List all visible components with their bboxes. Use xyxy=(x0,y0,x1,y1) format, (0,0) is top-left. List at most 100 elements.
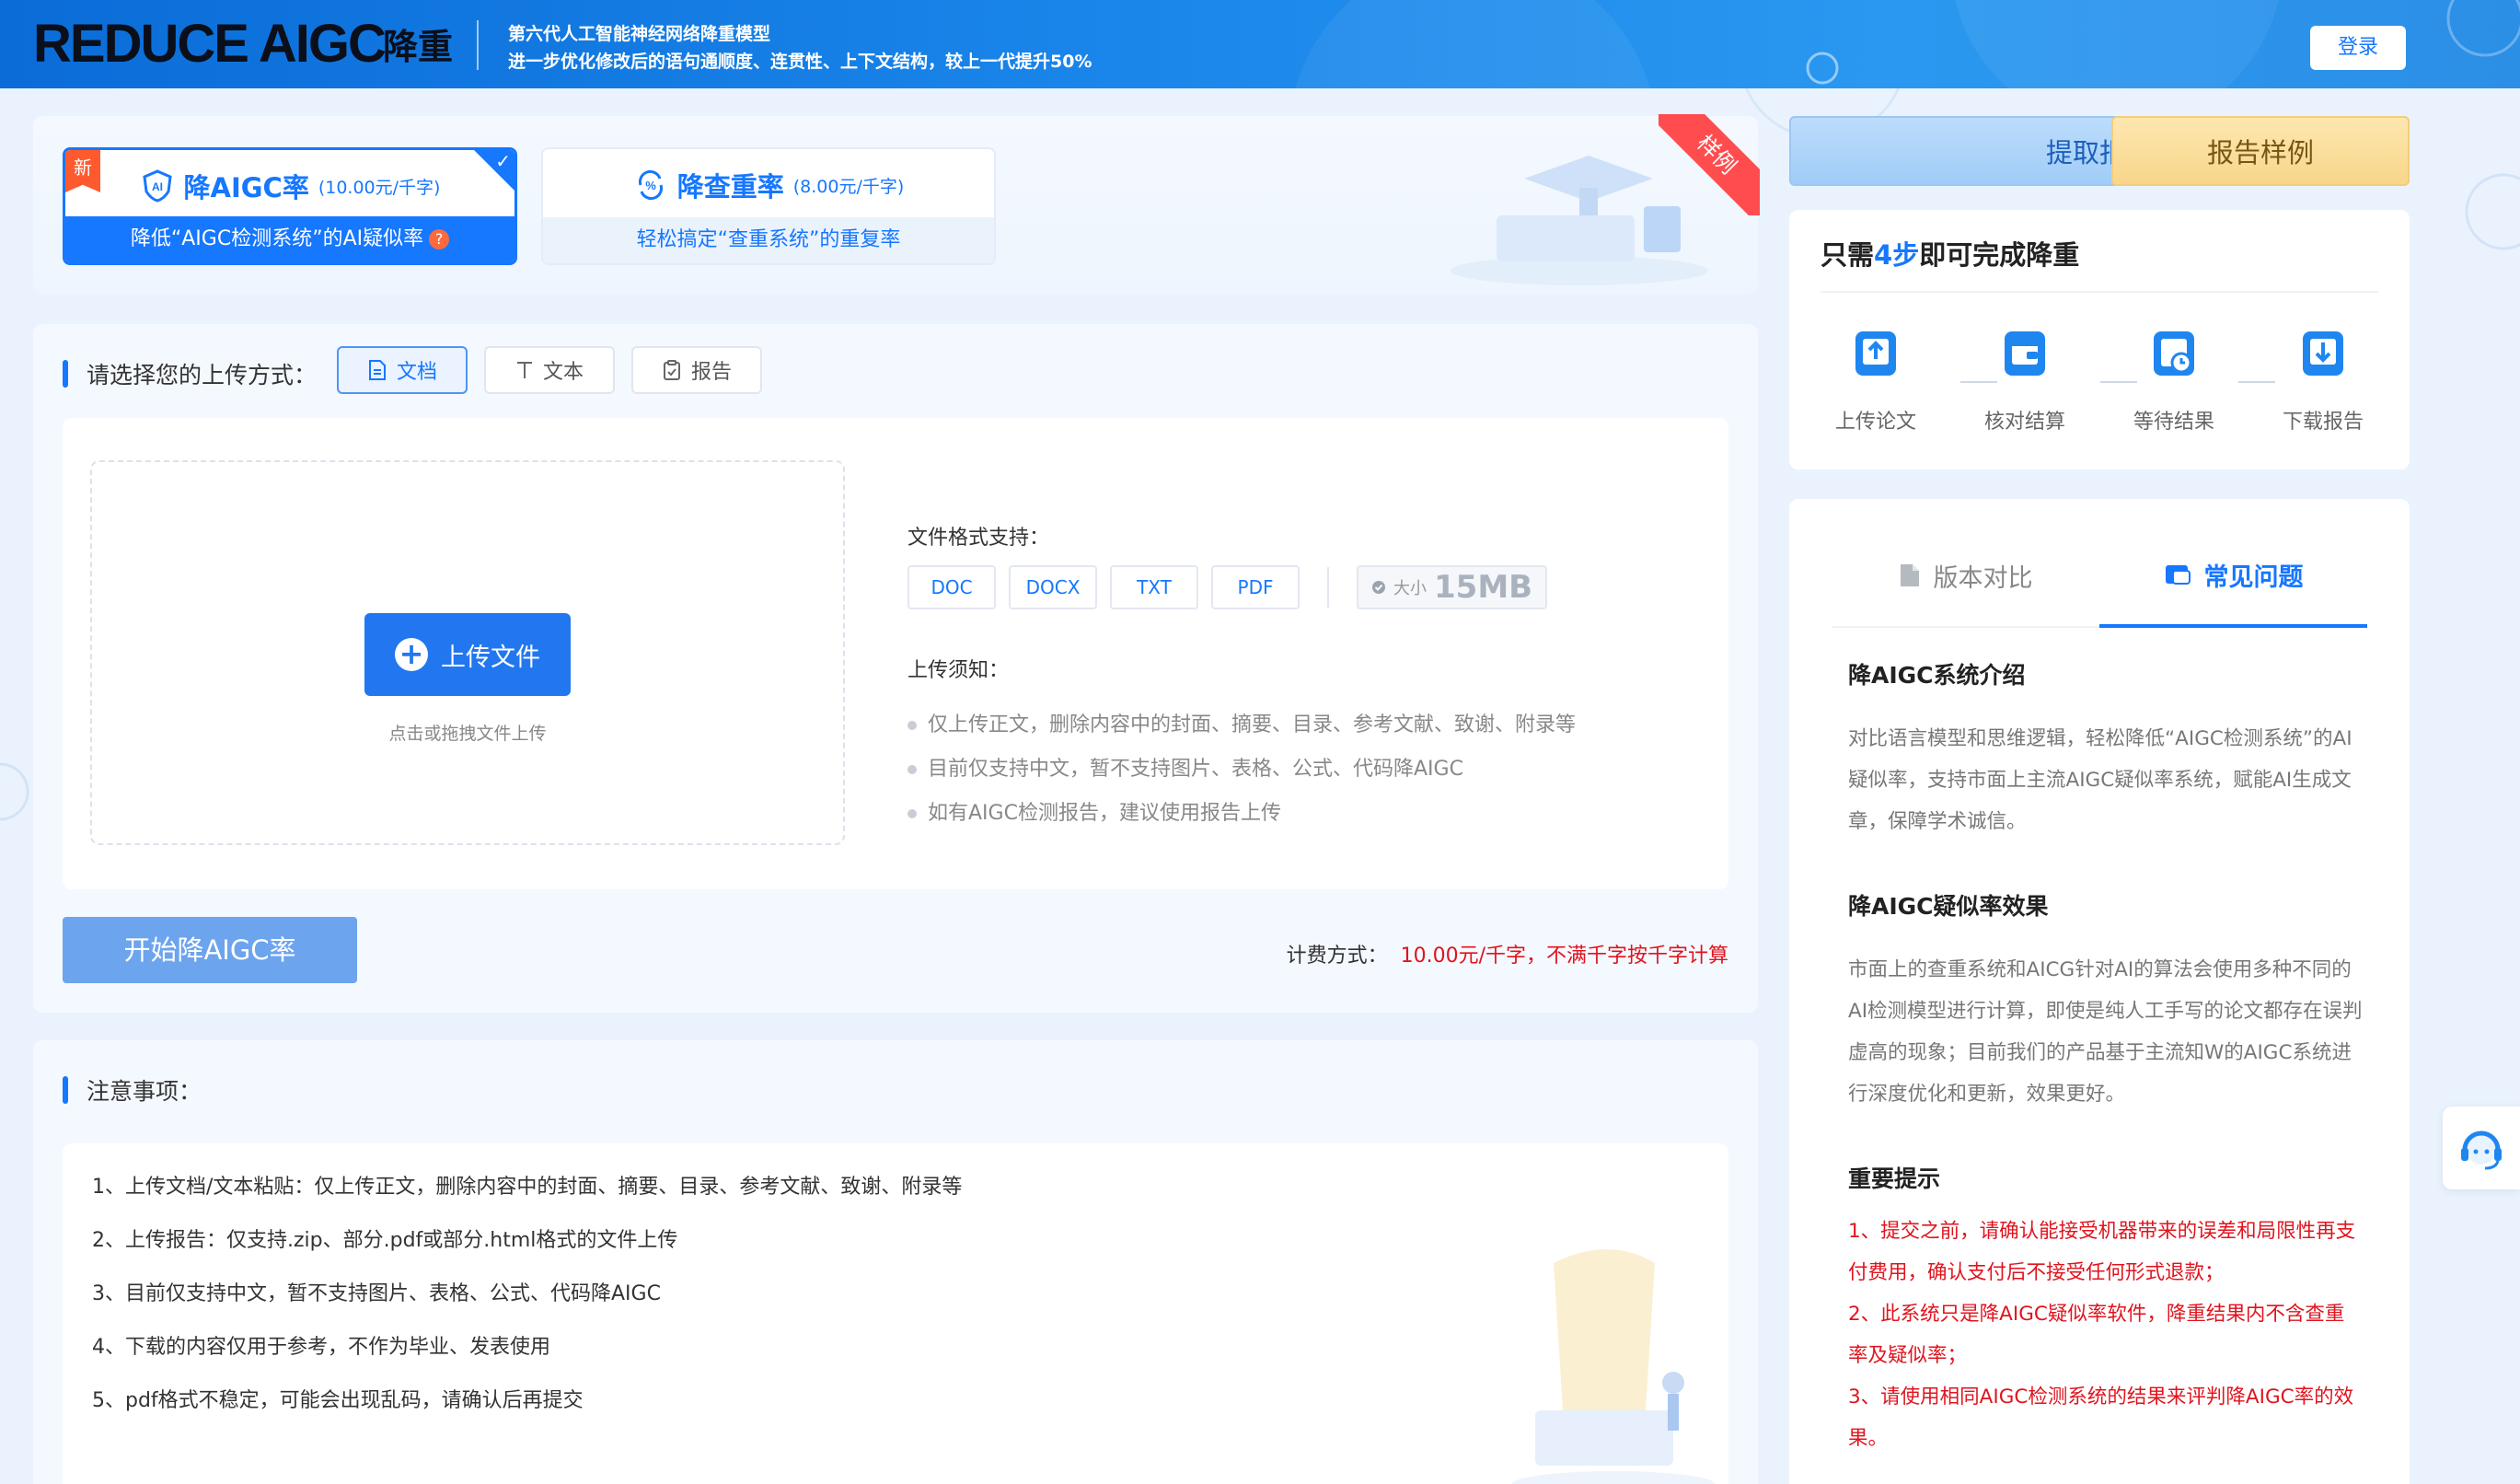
help-icon[interactable]: ? xyxy=(429,229,450,249)
faq-paragraph: 市面上的查重系统和AICG针对AI的算法会使用多种不同的AI检测模型进行计算，即… xyxy=(1848,958,2363,1106)
mode-aigc-price: (10.00元/千字) xyxy=(318,177,441,198)
notes-card: 注意事项： 1、上传文档/文本粘贴：仅上传正文，删除内容中的封面、摘要、目录、参… xyxy=(33,1040,1758,1484)
tab-report-label: 报告 xyxy=(690,361,732,384)
step-arrow-icon xyxy=(1960,381,1997,383)
percent-refresh-icon: % xyxy=(638,169,663,201)
notice-text: 目前仅支持中文，暂不支持图片、表格、公式、代码降AIGC xyxy=(928,758,1463,781)
billing-label: 计费方式： xyxy=(1286,945,1388,968)
list-item: 5、pdf格式不稳定，可能会出现乱码，请确认后再提交 xyxy=(92,1389,584,1412)
format-tag: DOC xyxy=(907,565,996,609)
notes-list: 1、上传文档/文本粘贴：仅上传正文，删除内容中的封面、摘要、目录、参考文献、致谢… xyxy=(92,1171,962,1438)
faq-heading: 降AIGC系统介绍 xyxy=(1848,662,2026,689)
section-marker xyxy=(63,1076,68,1104)
file-dropzone[interactable]: + 上传文件 点击或拖拽文件上传 xyxy=(90,460,845,845)
steps-title-pre: 只需 xyxy=(1821,239,1875,271)
mode-duplicate-button[interactable]: % 降查重率 (8.00元/千字) 轻松搞定“查重系统”的重复率 xyxy=(541,147,996,265)
notes-section-title: 注意事项： xyxy=(87,1078,202,1105)
tab-text-label: 文本 xyxy=(542,361,584,384)
bullet-icon xyxy=(907,765,917,774)
faq-heading: 降AIGC疑似率效果 xyxy=(1848,893,2049,920)
svg-text:AI: AI xyxy=(152,180,163,193)
steps-title-post: 即可完成降重 xyxy=(1919,239,2080,271)
upload-section-title: 请选择您的上传方式： xyxy=(87,362,318,388)
tab-document[interactable]: 文档 xyxy=(337,346,468,394)
customer-service-button[interactable] xyxy=(2443,1107,2520,1189)
clipboard-check-icon xyxy=(663,360,680,380)
notice-text: 如有AIGC检测报告，建议使用报告上传 xyxy=(928,802,1281,825)
tab-text[interactable]: 文本 xyxy=(484,346,615,394)
check-circle-icon xyxy=(1372,581,1385,594)
step-label: 核对结算 xyxy=(1983,411,2065,434)
steps-row: 上传论文 核对结算 等待结果 下载报告 xyxy=(1821,324,2378,435)
notes-section-header: 注意事项： xyxy=(63,1073,202,1107)
upload-notice-list: 仅上传正文，删除内容中的封面、摘要、目录、参考文献、致谢、附录等 目前仅支持中文… xyxy=(907,703,1576,836)
section-marker xyxy=(63,360,68,388)
tab-version-compare-label: 版本对比 xyxy=(1933,563,2033,593)
list-item: 1、上传文档/文本粘贴：仅上传正文，删除内容中的封面、摘要、目录、参考文献、致谢… xyxy=(92,1176,963,1199)
step-download: 下载报告 xyxy=(2268,324,2378,435)
step-arrow-icon xyxy=(2238,381,2275,383)
mode-duplicate-title: 降查重率 xyxy=(676,171,784,203)
format-support-label: 文件格式支持： xyxy=(907,527,1050,550)
size-limit-badge: 大小 15MB xyxy=(1357,565,1548,609)
download-report-icon xyxy=(2303,331,2343,376)
tab-faq-label: 常见问题 xyxy=(2203,562,2304,592)
steps-divider xyxy=(1821,291,2378,293)
faq-heading: 重要提示 xyxy=(1848,1165,1941,1192)
mode-select-card: 新 ✓ AI 降AIGC率 (10.00元/千字) 降低“AIGC检测系统”的A… xyxy=(33,114,1760,295)
text-icon xyxy=(516,362,532,378)
mode-aigc-desc: 降低“AIGC检测系统”的AI疑似率? xyxy=(65,216,514,262)
tab-faq[interactable]: 常见问题 xyxy=(2099,525,2367,628)
notes-panel: 1、上传文档/文本粘贴：仅上传正文，删除内容中的封面、摘要、目录、参考文献、致谢… xyxy=(63,1143,1728,1484)
step-label: 下载报告 xyxy=(2282,411,2364,434)
size-label: 大小 xyxy=(1393,579,1427,598)
steps-title: 只需4步即可完成降重 xyxy=(1821,234,2079,272)
document-icon xyxy=(368,360,386,380)
sample-ribbon[interactable]: 样例 xyxy=(1659,114,1760,215)
report-sample-button[interactable]: 报告样例 xyxy=(2111,116,2410,186)
notes-illustration xyxy=(1512,1249,1715,1484)
upload-paper-icon xyxy=(1855,331,1896,376)
list-item: 如有AIGC检测报告，建议使用报告上传 xyxy=(907,792,1576,836)
header-tagline: 第六代人工智能神经网络降重模型 xyxy=(508,24,771,44)
start-reduce-button[interactable]: 开始降AIGC率 xyxy=(63,917,357,983)
upload-method-tabs: 文档 文本 报告 xyxy=(337,346,762,394)
faq-paragraph: 对比语言模型和思维逻辑，轻松降低“AIGC检测系统”的AI疑似率，支持市面上主流… xyxy=(1848,727,2352,833)
faq-warning-line: 3、请使用相同AIGC检测系统的结果来评判降AIGC率的效果。 xyxy=(1848,1385,2354,1450)
list-item: 2、上传报告：仅支持.zip、部分.pdf或部分.html格式的文件上传 xyxy=(92,1229,678,1252)
list-item: 4、下载的内容仅用于参考，不作为毕业、发表使用 xyxy=(92,1336,550,1359)
tab-document-label: 文档 xyxy=(396,361,437,384)
mode-aigc-title: 降AIGC率 xyxy=(183,172,309,203)
mode-duplicate-desc: 轻松搞定“查重系统”的重复率 xyxy=(543,217,994,263)
checkout-icon xyxy=(2005,331,2045,376)
faq-card: 版本对比 常见问题 降AIGC系统介绍 对比语言模型和思维逻辑，轻松降低“AIG… xyxy=(1789,499,2410,1484)
mode-aigc-button[interactable]: 新 ✓ AI 降AIGC率 (10.00元/千字) 降低“AIGC检测系统”的A… xyxy=(63,147,517,265)
faq-warning-line: 2、此系统只是降AIGC疑似率软件，降重结果内不含查重率及疑似率； xyxy=(1848,1303,2345,1367)
dropzone-hint: 点击或拖拽文件上传 xyxy=(388,724,547,744)
list-item: 目前仅支持中文，暂不支持图片、表格、公式、代码降AIGC xyxy=(907,748,1576,792)
header-divider xyxy=(477,20,479,70)
billing-info: 计费方式： 10.00元/千字，不满千字按千字计算 xyxy=(1287,939,1728,968)
tab-report[interactable]: 报告 xyxy=(631,346,762,394)
upload-file-label: 上传文件 xyxy=(441,643,540,672)
top-header: REDUCE AIGC 降重 第六代人工智能神经网络降重模型 进一步优化修改后的… xyxy=(0,0,2520,88)
tab-version-compare[interactable]: 版本对比 xyxy=(1832,525,2099,626)
format-separator xyxy=(1327,567,1329,608)
format-tag: PDF xyxy=(1211,565,1300,609)
step-wait: 等待结果 xyxy=(2119,324,2229,435)
upload-file-button[interactable]: + 上传文件 xyxy=(364,613,571,696)
svg-text:%: % xyxy=(645,179,656,192)
mode-duplicate-price: (8.00元/千字) xyxy=(792,176,905,197)
step-label: 上传论文 xyxy=(1834,411,1916,434)
upload-card: 请选择您的上传方式： 文档 文本 报告 + 上传文件 点击或拖拽文件上传 文件格… xyxy=(33,324,1758,1013)
login-button[interactable]: 登录 xyxy=(2310,26,2406,70)
bullet-icon xyxy=(907,809,917,818)
notice-text: 仅上传正文，删除内容中的封面、摘要、目录、参考文献、致谢、附录等 xyxy=(928,713,1577,736)
upload-panel: + 上传文件 点击或拖拽文件上传 文件格式支持： DOC DOCX TXT PD… xyxy=(63,418,1728,889)
steps-title-highlight: 4步 xyxy=(1874,239,1920,271)
steps-card: 只需4步即可完成降重 上传论文 核对结算 等待结果 下载报告 xyxy=(1789,210,2410,470)
bullet-icon xyxy=(907,721,917,730)
step-upload: 上传论文 xyxy=(1821,324,1931,435)
headset-service-icon xyxy=(2461,1130,2502,1170)
faq-content: 降AIGC系统介绍 对比语言模型和思维逻辑，轻松降低“AIGC检测系统”的AI疑… xyxy=(1848,619,2364,1459)
